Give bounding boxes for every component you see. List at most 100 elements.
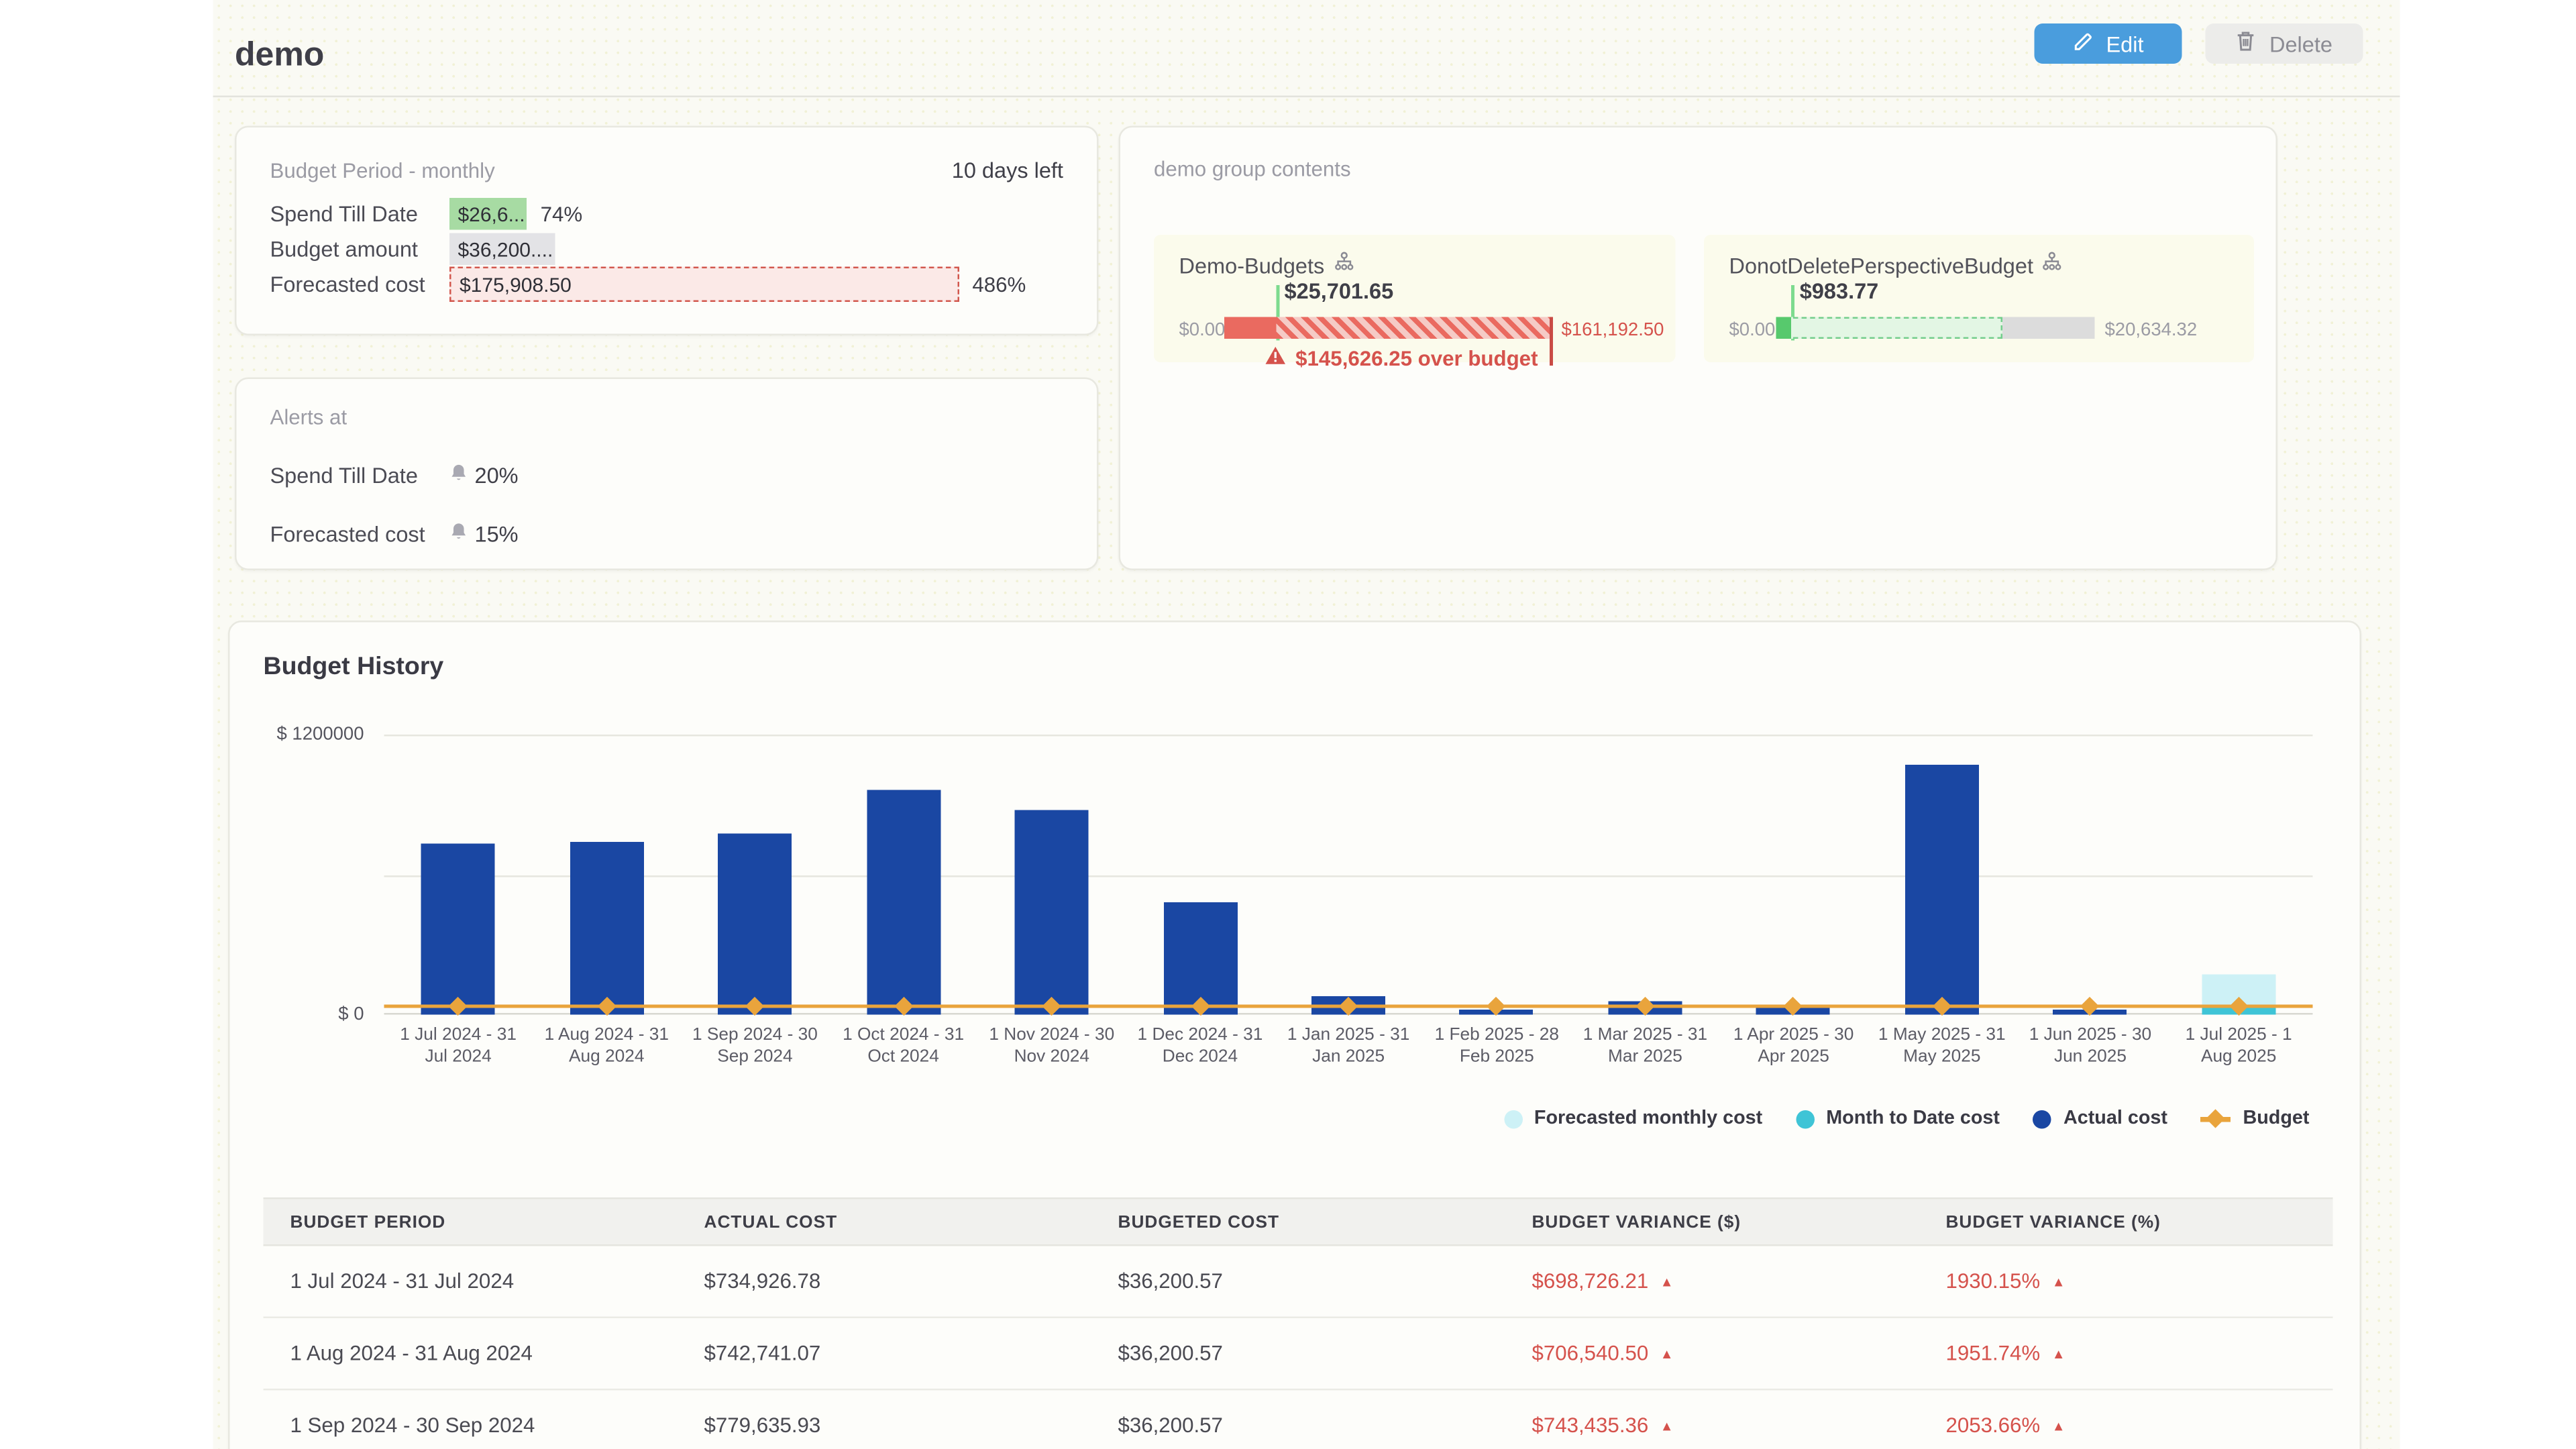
- table-header-row: BUDGET PERIODACTUAL COSTBUDGETED COSTBUD…: [264, 1197, 2333, 1246]
- budget-progress-bar: [1224, 317, 1552, 339]
- y-axis-label-bottom: $ 0: [247, 1005, 364, 1025]
- delete-button[interactable]: Delete: [2206, 23, 2363, 64]
- delete-button-label: Delete: [2269, 31, 2332, 56]
- budget-period-row-label: Spend Till Date: [270, 201, 450, 227]
- legend-dot-icon: [1796, 1110, 1815, 1128]
- group-contents-title: demo group contents: [1120, 127, 2276, 181]
- table-header-cell: BUDGETED COST: [1091, 1199, 1505, 1245]
- bar-end-label: $161,192.50: [1562, 321, 1664, 341]
- x-axis-tick-label: 1 Apr 2025 - 30Apr 2025: [1719, 1025, 1868, 1069]
- cell-actual-cost: $734,926.78: [677, 1246, 1091, 1317]
- chart-plot: [384, 735, 2313, 1015]
- alerts-card: Alerts at Spend Till Date20% Forecasted c…: [235, 378, 1099, 571]
- bar-actual-cost[interactable]: [570, 841, 643, 1014]
- x-axis-tick-label: 1 Sep 2024 - 30Sep 2024: [681, 1025, 829, 1069]
- cell-budget-variance-usd: $706,540.50▲: [1505, 1318, 1919, 1389]
- budget-tile[interactable]: DonotDeletePerspectiveBudget$983.77 $0.00…: [1704, 235, 2254, 362]
- legend-budget-marker-icon: [2201, 1110, 2231, 1128]
- alert-row: Forecasted cost15%: [237, 522, 1097, 547]
- budget-period-title: Budget Period - monthly: [270, 160, 495, 183]
- table-row[interactable]: 1 Sep 2024 - 30 Sep 2024$779,635.93$36,2…: [264, 1391, 2333, 1449]
- cell-budget-variance-usd: $743,435.36▲: [1505, 1391, 1919, 1449]
- cell-budget-period: 1 Sep 2024 - 30 Sep 2024: [264, 1391, 678, 1449]
- table-header-cell: BUDGET VARIANCE ($): [1505, 1199, 1919, 1245]
- x-axis-tick-label: 1 Feb 2025 - 28Feb 2025: [1423, 1025, 1571, 1069]
- budget-period-row: Forecasted cost$175,908.50 486%: [237, 267, 1097, 303]
- variance-up-icon: ▲: [1660, 1418, 1674, 1434]
- budget-period-rows: Spend Till Date$26,6...74%Budget amount$…: [237, 197, 1097, 303]
- bar-actual-cost[interactable]: [1015, 809, 1089, 1014]
- x-axis-tick-label: 1 Jul 2025 - 1Aug 2025: [2165, 1025, 2313, 1069]
- cell-actual-cost: $742,741.07: [677, 1318, 1091, 1389]
- spend-till-date-value: $983.77: [1800, 278, 1879, 304]
- variance-up-icon: ▲: [2052, 1346, 2065, 1361]
- budget-period-card: Budget Period - monthly 10 days left Spe…: [235, 126, 1099, 336]
- budget-tile-name: DonotDeletePerspectiveBudget: [1729, 252, 2062, 278]
- budget-period-value-chip: $175,908.50: [449, 267, 959, 303]
- bar-actual-cost[interactable]: [421, 843, 495, 1015]
- alert-row-value: 15%: [449, 522, 519, 547]
- budget-period-percent: 486%: [972, 272, 1026, 296]
- table-header-cell: BUDGET VARIANCE (%): [1919, 1199, 2332, 1245]
- alert-rows: Spend Till Date20% Forecasted cost15%: [237, 463, 1097, 547]
- legend-item[interactable]: Month to Date cost: [1796, 1109, 2000, 1129]
- over-budget-text: $145,626.25 over budget: [1295, 346, 1538, 370]
- legend-item[interactable]: Actual cost: [2033, 1109, 2167, 1129]
- budget-history-title: Budget History: [264, 653, 444, 682]
- budget-tile-name-label: DonotDeletePerspectiveBudget: [1729, 252, 2033, 278]
- x-axis-tick-label: 1 Mar 2025 - 31Mar 2025: [1571, 1025, 1719, 1069]
- alerts-title: Alerts at: [237, 379, 1097, 429]
- table-row[interactable]: 1 Aug 2024 - 31 Aug 2024$742,741.07$36,2…: [264, 1318, 2333, 1391]
- budget-period-row: Budget amount$36,200....: [237, 231, 1097, 267]
- alert-row-value: 20%: [449, 463, 519, 488]
- bar-start-label: $0.00: [1729, 321, 1776, 341]
- cell-budget-variance-pct: 1951.74%▲: [1919, 1318, 2332, 1389]
- warning-icon: [1265, 345, 1287, 371]
- budget-period-value-chip: $36,200....: [449, 233, 554, 266]
- budget-period-row-label: Forecasted cost: [270, 272, 450, 297]
- bar-end-label: $20,634.32: [2105, 321, 2198, 341]
- y-axis-label-top: $ 1200000: [247, 724, 364, 745]
- bar-actual-cost[interactable]: [867, 791, 941, 1015]
- days-left-label: 10 days left: [952, 158, 1063, 183]
- x-axis-tick-label: 1 Jul 2024 - 31Jul 2024: [384, 1025, 533, 1069]
- cell-budget-period: 1 Jul 2024 - 31 Jul 2024: [264, 1246, 678, 1317]
- bar-actual-cost[interactable]: [718, 833, 792, 1014]
- cell-budgeted-cost: $36,200.57: [1091, 1391, 1505, 1449]
- bar-start-label: $0.00: [1179, 321, 1226, 341]
- group-contents-card: demo group contents Demo-Budgets$25,701.…: [1119, 126, 2278, 571]
- x-axis-tick-label: 1 Jun 2025 - 30Jun 2025: [2016, 1025, 2164, 1069]
- x-axis-labels: 1 Jul 2024 - 31Jul 20241 Aug 2024 - 31Au…: [384, 1025, 2313, 1069]
- alert-row: Spend Till Date20%: [237, 463, 1097, 488]
- cell-budget-variance-usd: $698,726.21▲: [1505, 1246, 1919, 1317]
- x-axis-tick-label: 1 Jan 2025 - 31Jan 2025: [1275, 1025, 1423, 1069]
- budget-period-value-chip: $26,6...: [449, 198, 527, 230]
- content-column: demo Edit Delete Budget Period - monthly…: [213, 0, 2400, 1449]
- spend-till-date-value: $25,701.65: [1284, 278, 1393, 304]
- legend-item[interactable]: Forecasted monthly cost: [1504, 1109, 1762, 1129]
- bell-icon: [449, 522, 468, 547]
- gridline-mid: [384, 875, 2313, 877]
- budget-period-row: Spend Till Date$26,6...74%: [237, 197, 1097, 232]
- x-axis-tick-label: 1 Oct 2024 - 31Oct 2024: [829, 1025, 977, 1069]
- budget-tile[interactable]: Demo-Budgets$25,701.65$0.00$161,192.50$1…: [1154, 235, 1676, 362]
- bar-actual-cost[interactable]: [1905, 765, 1979, 1014]
- alert-threshold: 20%: [475, 463, 519, 488]
- page-title: demo: [235, 37, 324, 76]
- org-hierarchy-icon: [2043, 252, 2062, 278]
- table-row[interactable]: 1 Jul 2024 - 31 Jul 2024$734,926.78$36,2…: [264, 1246, 2333, 1319]
- x-axis-tick-label: 1 Dec 2024 - 31Dec 2024: [1126, 1025, 1274, 1069]
- pencil-icon: [2072, 31, 2092, 56]
- edit-button[interactable]: Edit: [2035, 23, 2182, 64]
- variance-up-icon: ▲: [1660, 1274, 1674, 1289]
- budget-period-row-label: Budget amount: [270, 237, 450, 262]
- budget-history-card: Budget History $ 1200000 $ 0 1 Jul 2024 …: [228, 621, 2361, 1449]
- legend-item[interactable]: Budget: [2201, 1109, 2310, 1129]
- table-header-cell: ACTUAL COST: [677, 1199, 1091, 1245]
- spend-segment: [1776, 317, 1792, 339]
- bell-icon: [449, 463, 468, 488]
- variance-up-icon: ▲: [2052, 1274, 2065, 1289]
- forecast-over-segment: [1276, 317, 1551, 339]
- legend-dot-icon: [2033, 1110, 2052, 1128]
- legend-label: Actual cost: [2063, 1109, 2167, 1129]
